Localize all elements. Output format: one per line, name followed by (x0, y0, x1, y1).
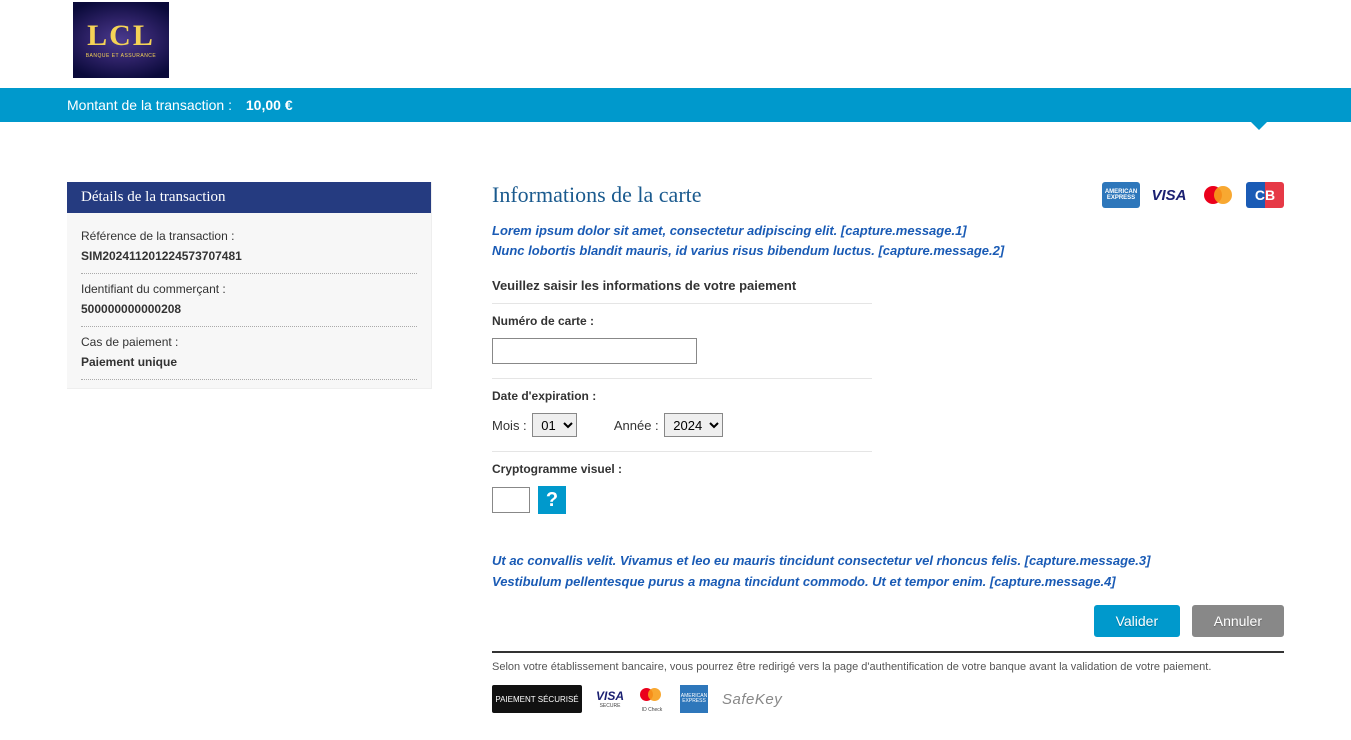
submit-button[interactable]: Valider (1094, 605, 1181, 637)
cvv-help-button[interactable]: ? (538, 486, 566, 514)
security-logos: PAIEMENT SÉCURISÉ VISA SECURE ID Check A… (492, 685, 1284, 713)
safekey-icon: SafeKey (722, 691, 782, 708)
merchant-label: Identifiant du commerçant : (81, 282, 417, 296)
cvv-label: Cryptogramme visuel : (492, 462, 872, 476)
card-number-input[interactable] (492, 338, 697, 364)
cb-icon: CB (1246, 182, 1284, 208)
logo-text: LCL (87, 21, 155, 51)
form-instruction: Veuillez saisir les informations de votr… (492, 278, 1284, 293)
merchant-value: 500000000000208 (81, 302, 417, 316)
visa-icon: VISA (1150, 182, 1188, 208)
cvv-input[interactable] (492, 487, 530, 513)
mastercard-idcheck-icon: ID Check (638, 685, 666, 713)
detail-row-case: Cas de paiement : Paiement unique (81, 329, 417, 380)
capture-message-2: Nunc lobortis blandit mauris, id varius … (492, 242, 1284, 260)
reference-label: Référence de la transaction : (81, 229, 417, 243)
amount-value: 10,00 € (246, 97, 293, 113)
year-select[interactable]: 2024 (664, 413, 723, 437)
logo-subtitle: BANQUE ET ASSURANCE (86, 53, 157, 59)
transaction-details-panel: Détails de la transaction Référence de l… (67, 182, 432, 389)
accepted-cards: AMERICAN EXPRESS VISA CB (1102, 182, 1284, 208)
details-title: Détails de la transaction (67, 182, 431, 213)
brand-logo: LCL BANQUE ET ASSURANCE (73, 2, 169, 78)
redirect-notice: Selon votre établissement bancaire, vous… (492, 659, 1284, 676)
transaction-amount-bar: Montant de la transaction : 10,00 € (0, 88, 1351, 122)
visa-secure-icon: VISA SECURE (596, 685, 624, 713)
capture-message-4: Vestibulum pellentesque purus a magna ti… (492, 573, 1284, 591)
amex-icon: AMERICAN EXPRESS (1102, 182, 1140, 208)
capture-message-1: Lorem ipsum dolor sit amet, consectetur … (492, 222, 1284, 240)
reference-value: SIM20241120122457370748​1 (81, 249, 417, 263)
mastercard-icon (1198, 182, 1236, 208)
month-label: Mois : (492, 418, 527, 433)
card-info-title: Informations de la carte (492, 182, 702, 208)
case-value: Paiement unique (81, 355, 417, 369)
amount-label: Montant de la transaction : (67, 97, 232, 113)
secure-payment-badge: PAIEMENT SÉCURISÉ (492, 685, 582, 713)
card-number-label: Numéro de carte : (492, 314, 872, 328)
detail-row-merchant: Identifiant du commerçant : 500000000000… (81, 276, 417, 327)
cancel-button[interactable]: Annuler (1192, 605, 1284, 637)
detail-row-reference: Référence de la transaction : SIM2024112… (81, 223, 417, 274)
year-label: Année : (614, 418, 659, 433)
header: LCL BANQUE ET ASSURANCE (0, 0, 1351, 88)
expiration-label: Date d'expiration : (492, 389, 872, 403)
amex-mini-icon: AMERICAN EXPRESS (680, 685, 708, 713)
month-select[interactable]: 01 (532, 413, 577, 437)
capture-message-3: Ut ac convallis velit. Vivamus et leo eu… (492, 552, 1284, 570)
case-label: Cas de paiement : (81, 335, 417, 349)
